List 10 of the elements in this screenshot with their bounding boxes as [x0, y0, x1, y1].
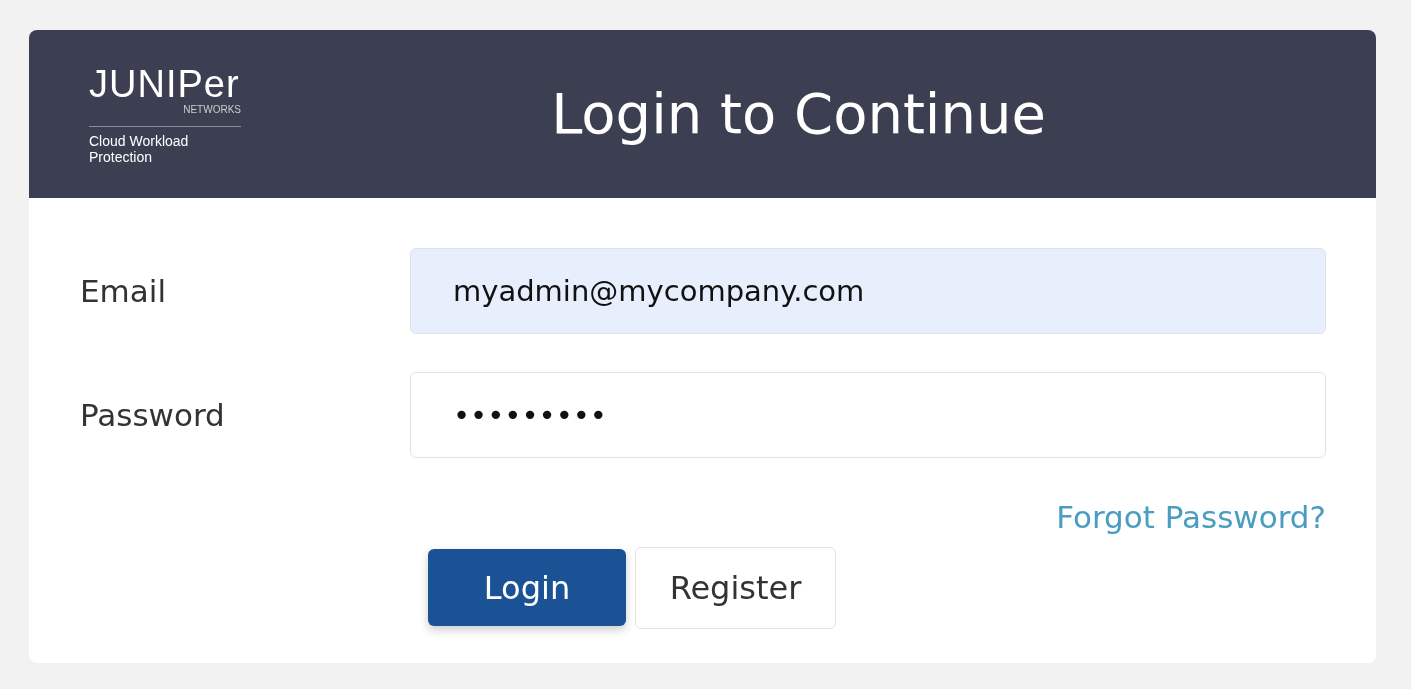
login-button[interactable]: Login: [428, 549, 626, 626]
input-field[interactable]: •••••••••: [410, 372, 1326, 458]
logo-wordmark: JUNIPer: [89, 63, 241, 104]
field-label: Password: [80, 395, 226, 435]
input-field[interactable]: myadmin@mycompany.com: [410, 248, 1326, 334]
logo-subtitle: NETWORKS: [183, 103, 241, 116]
register-button[interactable]: Register: [635, 546, 836, 629]
field-label: Email: [80, 271, 167, 311]
page-title: Login to Continue: [551, 80, 1046, 148]
product-name: Cloud Workload Protection: [89, 132, 190, 165]
